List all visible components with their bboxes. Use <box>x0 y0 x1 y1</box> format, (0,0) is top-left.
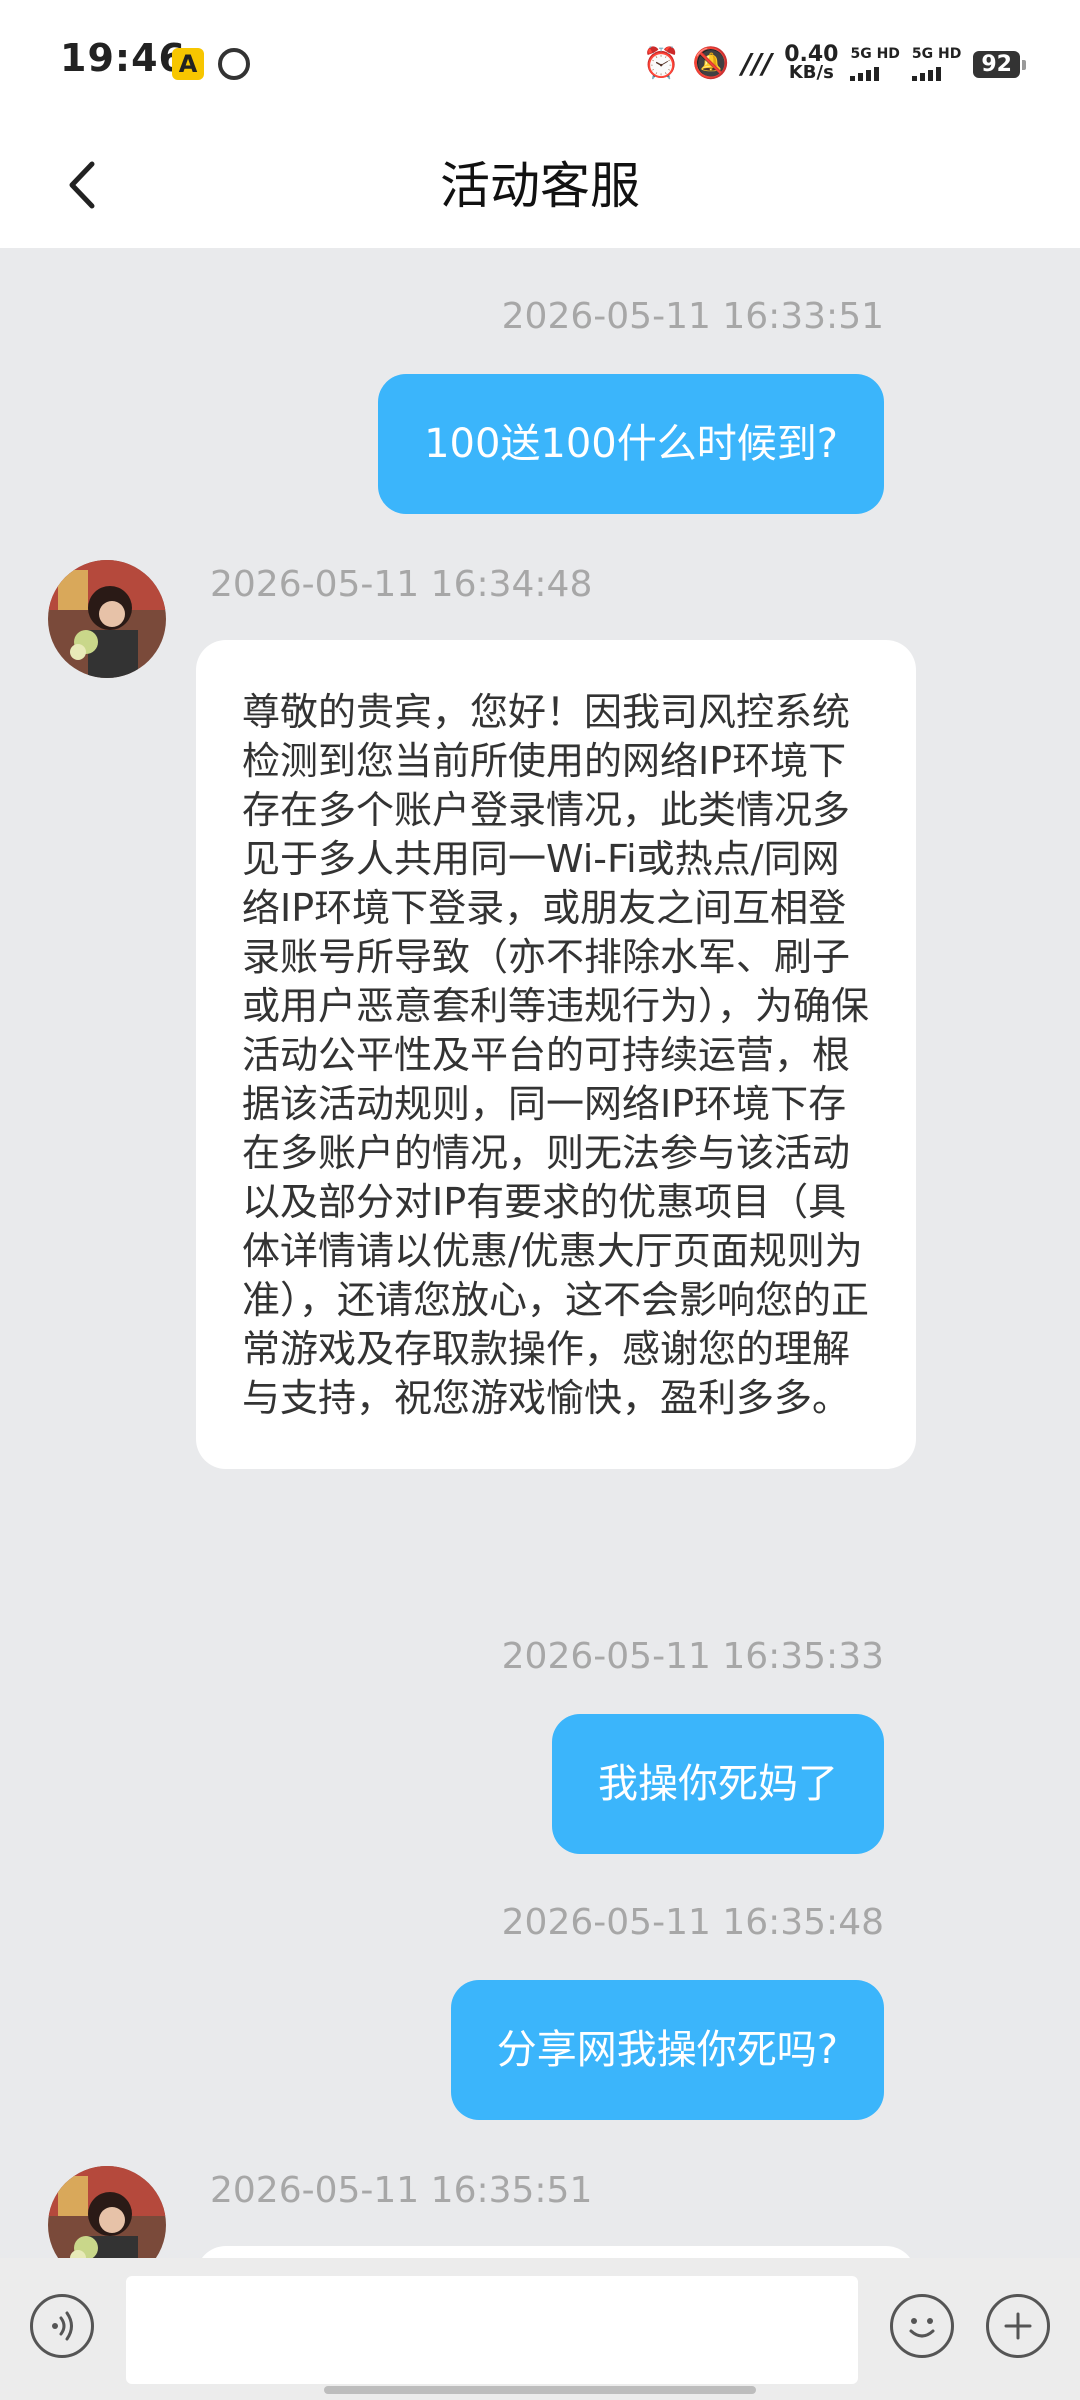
battery-icon: 92 <box>973 50 1026 78</box>
network-speed: 0.40 KB/s <box>784 44 838 83</box>
sim2-signal: 5G HD <box>911 46 962 81</box>
message-timestamp: 2026-05-11 16:34:48 <box>210 564 593 605</box>
message-input[interactable] <box>126 2276 858 2384</box>
notification-app-icon-2 <box>218 48 250 80</box>
status-time: 19:46 <box>60 36 186 80</box>
home-indicator[interactable] <box>324 2386 756 2394</box>
app-header: 活动客服 <box>0 130 1080 248</box>
network-speed-unit: KB/s <box>788 62 834 83</box>
agent-avatar[interactable] <box>48 2166 166 2258</box>
signal-bars-icon <box>911 65 941 81</box>
status-bar: 19:46 A ⏰ 🔕 /// 0.40 KB/s 5G HD 5G HD 92 <box>0 0 1080 130</box>
sim2-label: 5G HD <box>911 46 962 62</box>
emoji-icon <box>909 2318 935 2338</box>
avatar-image <box>48 2166 166 2258</box>
emoji-button[interactable] <box>890 2294 954 2358</box>
avatar-image <box>48 560 166 678</box>
alarm-icon: ⏰ <box>642 46 681 81</box>
status-icons: ⏰ 🔕 /// 0.40 KB/s 5G HD 5G HD 92 <box>642 40 1026 88</box>
outgoing-message[interactable]: 我操你死妈了 <box>552 1714 884 1854</box>
message-timestamp: 2026-05-11 16:33:51 <box>501 296 884 337</box>
voice-icon <box>52 2311 73 2341</box>
outgoing-message[interactable]: 分享网我操你死吗? <box>450 1980 884 2120</box>
sim1-signal: 5G HD <box>850 46 900 81</box>
notification-app-icon: A <box>172 48 204 80</box>
incoming-message[interactable] <box>196 2246 916 2258</box>
incoming-message[interactable]: 尊敬的贵宾，您好！因我司风控系统检测到您当前所使用的网络IP环境下存在多个账户登… <box>196 640 916 1469</box>
outgoing-message[interactable]: 100送100什么时候到? <box>378 374 884 514</box>
page-title: 活动客服 <box>440 157 640 215</box>
message-timestamp: 2026-05-11 16:35:51 <box>210 2170 593 2211</box>
mute-icon: 🔕 <box>692 46 730 81</box>
nfc-icon: /// <box>741 47 773 80</box>
voice-button[interactable] <box>30 2294 94 2358</box>
message-timestamp: 2026-05-11 16:35:33 <box>501 1636 884 1677</box>
sim1-label: 5G HD <box>850 46 900 62</box>
message-input-bar <box>0 2258 1080 2400</box>
signal-bars-icon <box>850 65 880 81</box>
agent-avatar[interactable] <box>48 560 166 678</box>
add-button[interactable] <box>986 2294 1050 2358</box>
message-timestamp: 2026-05-11 16:35:48 <box>501 1902 884 1943</box>
chat-area[interactable]: 2026-05-11 16:33:51 100送100什么时候到? 2026-0… <box>0 248 1080 2258</box>
plus-icon <box>1004 2312 1032 2340</box>
